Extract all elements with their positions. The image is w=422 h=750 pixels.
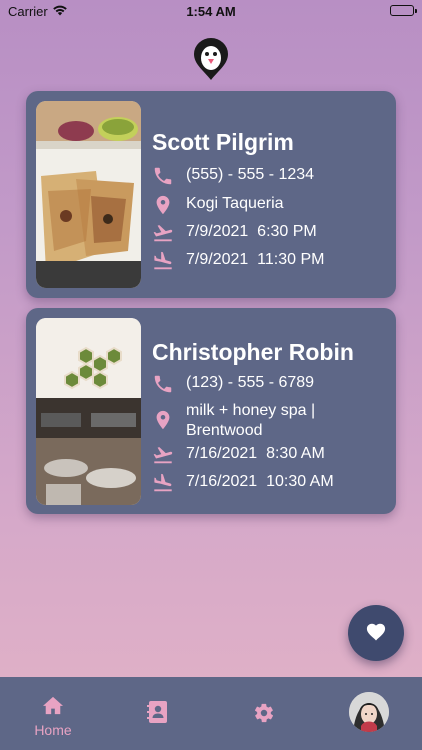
flight-takeoff-icon — [152, 444, 174, 466]
arrival-time: 7/9/2021 11:30 PM — [186, 251, 325, 268]
status-time: 1:54 AM — [186, 4, 236, 19]
avatar[interactable] — [349, 692, 389, 732]
phone-icon — [152, 373, 174, 395]
departure-row: 7/16/2021 8:30 AM — [152, 444, 325, 466]
departure-row: 7/9/2021 6:30 PM — [152, 222, 317, 244]
arrival-row: 7/9/2021 11:30 PM — [152, 250, 324, 272]
tab-bar: Home — [0, 677, 422, 750]
tab-contacts[interactable] — [146, 677, 170, 750]
location-pin-icon — [152, 194, 174, 216]
food-photo — [36, 101, 141, 288]
contact-name: Christopher Robin — [152, 339, 354, 365]
phone-number: (123) - 555 - 6789 — [186, 374, 315, 391]
contact-card[interactable]: Scott Pilgrim (555) - 555 - 1234 Kogi Ta… — [26, 91, 396, 298]
gear-icon — [253, 702, 275, 729]
arrival-row: 7/16/2021 10:30 AM — [152, 472, 334, 494]
location-row[interactable]: milk + honey spa | Brentwood — [152, 402, 315, 441]
arrival-time: 7/16/2021 10:30 AM — [186, 473, 334, 490]
battery-icon — [390, 5, 417, 16]
departure-time: 7/9/2021 6:30 PM — [186, 223, 317, 240]
home-icon — [42, 695, 64, 720]
favorite-fab-button[interactable] — [348, 605, 404, 661]
location-name: milk + honey spa | Brentwood — [186, 402, 316, 439]
location-pin-icon — [152, 409, 174, 431]
location-name: Kogi Taqueria — [186, 195, 284, 212]
spa-interior-photo — [36, 318, 141, 505]
tab-home[interactable]: Home — [30, 677, 76, 750]
tab-settings[interactable] — [252, 677, 276, 750]
phone-row[interactable]: (123) - 555 - 6789 — [152, 373, 314, 395]
contact-name: Scott Pilgrim — [152, 129, 294, 155]
phone-icon — [152, 165, 174, 187]
status-bar: Carrier 1:54 AM — [0, 0, 422, 22]
contacts-icon — [147, 700, 169, 729]
flight-takeoff-icon — [152, 222, 174, 244]
phone-row[interactable]: (555) - 555 - 1234 — [152, 165, 314, 187]
departure-time: 7/16/2021 8:30 AM — [186, 445, 325, 462]
penguin-logo-icon — [191, 37, 231, 81]
location-row[interactable]: Kogi Taqueria — [152, 194, 284, 216]
flight-land-icon — [152, 250, 174, 272]
heart-icon — [365, 621, 387, 646]
contact-card[interactable]: Christopher Robin (123) - 555 - 6789 mil… — [26, 308, 396, 514]
phone-number: (555) - 555 - 1234 — [186, 166, 315, 183]
tab-home-label: Home — [34, 722, 72, 738]
flight-land-icon — [152, 472, 174, 494]
